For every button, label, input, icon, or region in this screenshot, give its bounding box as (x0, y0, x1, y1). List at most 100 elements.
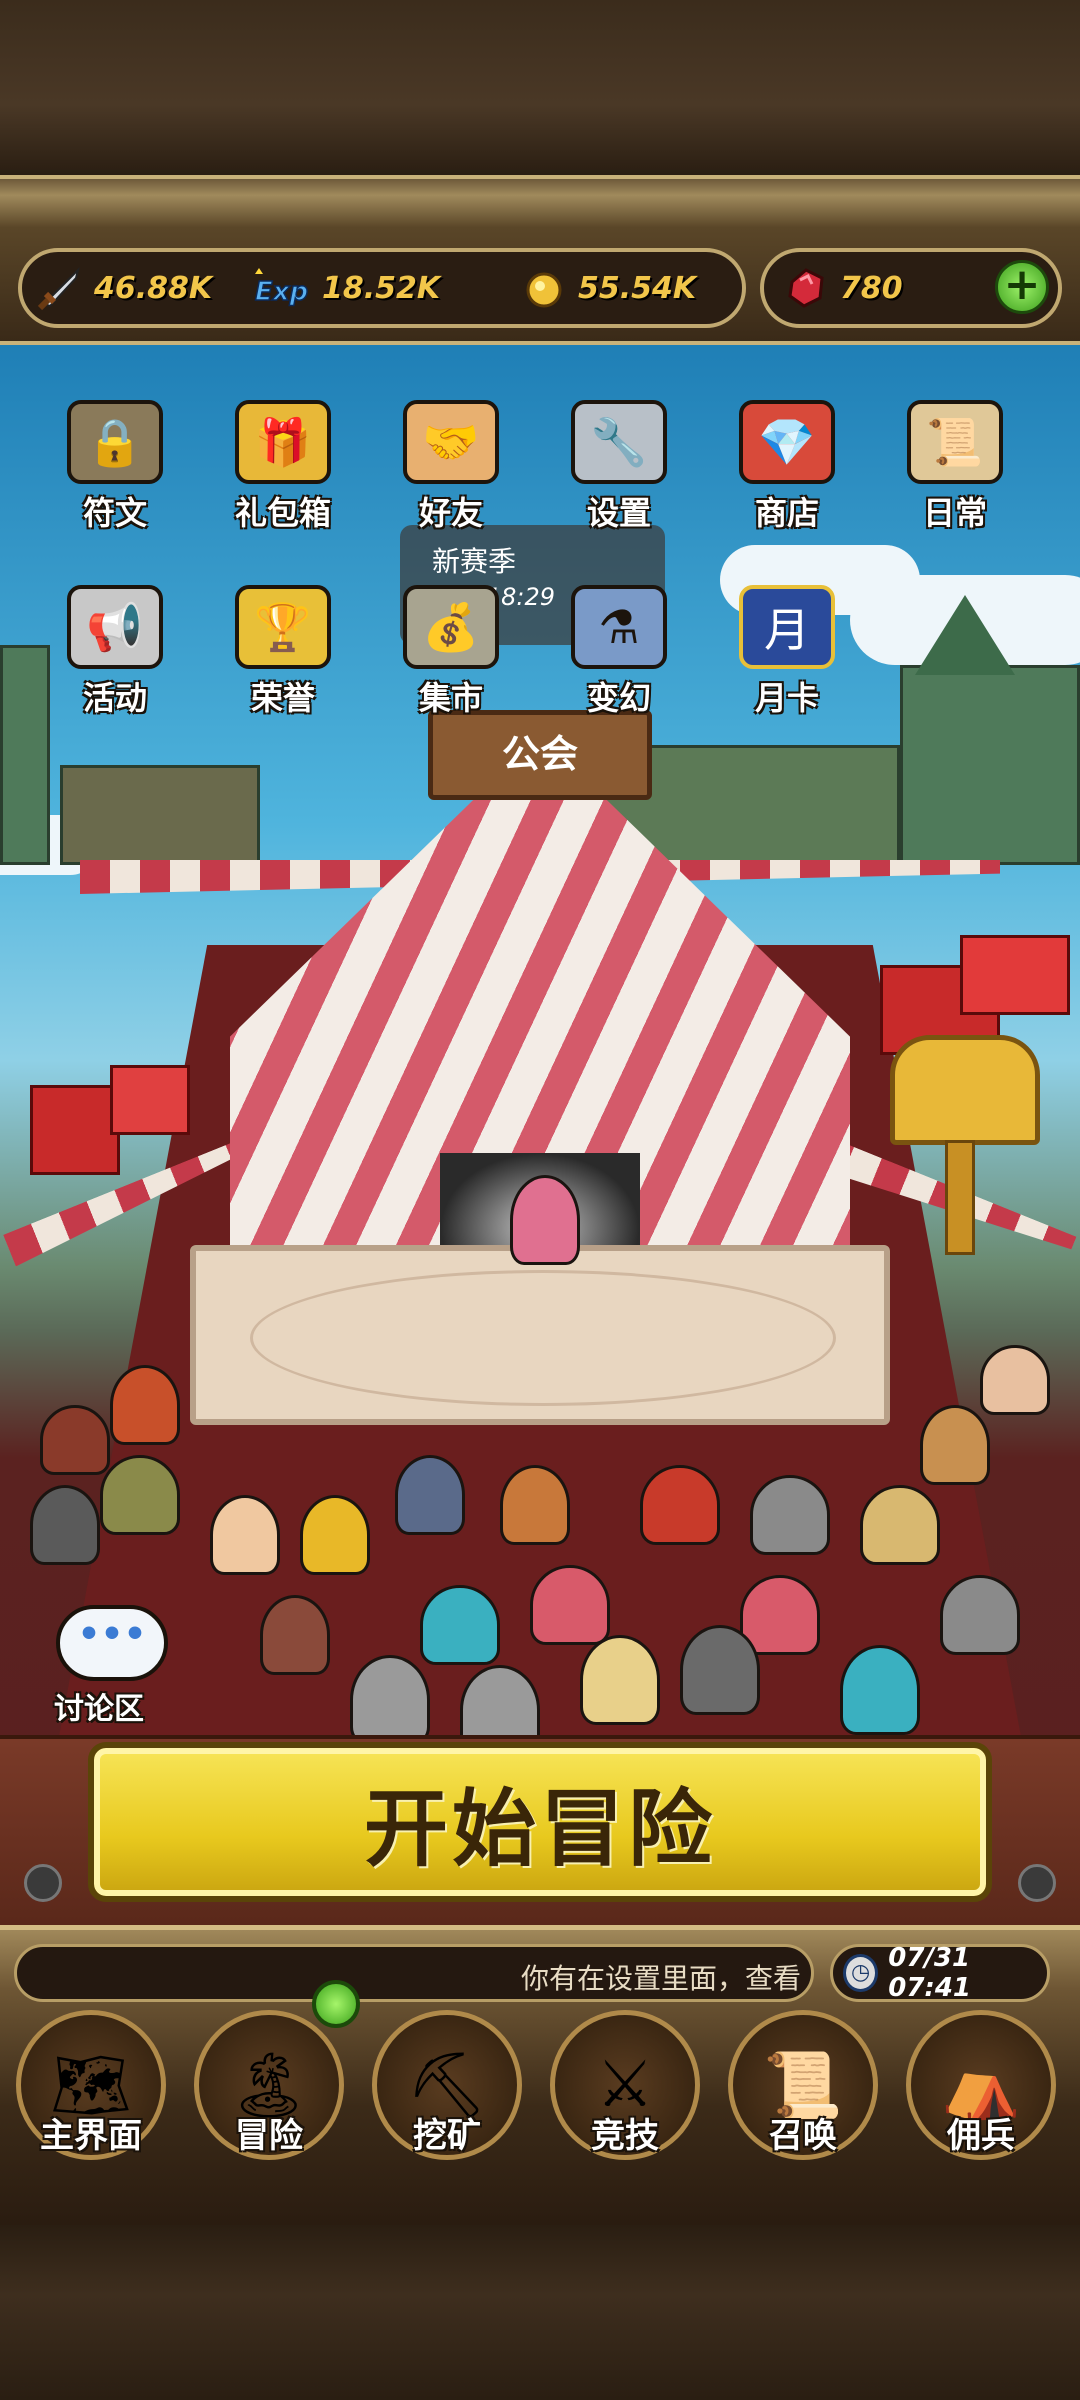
crowd-member (260, 1595, 330, 1675)
crowd-member (30, 1485, 100, 1565)
news-ticker: 你有在设置里面，查看 (14, 1944, 814, 2002)
stage-ring (250, 1270, 836, 1406)
menu-giftbox-button[interactable]: 🎁 礼包箱 (218, 400, 348, 540)
menu-settings-button[interactable]: 🔧 设置 (554, 400, 684, 540)
menu-honor-button[interactable]: 🏆 荣誉 (218, 585, 348, 725)
ticker-text: 你有在设置里面，查看 (520, 1962, 801, 1995)
exp-icon: Exp (254, 268, 309, 308)
menu-events-button[interactable]: 📢 活动 (50, 585, 180, 725)
gift-box (960, 935, 1070, 1015)
megaphone-icon: 📢 (67, 585, 163, 669)
mailbox-icon[interactable] (890, 1035, 1040, 1145)
crowd-member (860, 1485, 940, 1565)
crowd-member (940, 1575, 1020, 1655)
crowd-member (210, 1495, 280, 1575)
nav-summon-button[interactable]: 📜 召唤 (718, 2010, 888, 2180)
menu-label: 变幻 (586, 679, 651, 717)
gold-resource: 55.54K (520, 262, 696, 314)
gem-shop-icon: 💎 (739, 400, 835, 484)
menu-label: 月卡 (754, 679, 819, 717)
handshake-icon: 🤝 (403, 400, 499, 484)
mailbox-post (945, 1140, 975, 1255)
clock-display: ◷ 07/31 07:41 (830, 1943, 1050, 2003)
nav-arena-button[interactable]: ⚔ 竞技 (540, 2010, 710, 2180)
bottom-background (0, 2225, 1080, 2400)
start-adventure-label: 开始冒险 (363, 1778, 716, 1878)
menu-label: 商店 (754, 494, 819, 532)
bolt-decoration (1018, 1864, 1056, 1902)
sword-icon (37, 266, 80, 311)
menu-daily-button[interactable]: 📜 日常 (890, 400, 1020, 540)
discussion-label[interactable]: 讨论区 (54, 1684, 144, 1728)
crowd-member (920, 1405, 990, 1485)
season-title: 新赛季 (432, 545, 517, 578)
clock-icon: ◷ (843, 1954, 879, 1992)
crowd-member (395, 1455, 465, 1535)
menu-label: 礼包箱 (234, 494, 331, 532)
lock-icon: 🔒 (67, 400, 163, 484)
svg-text:Exp: Exp (255, 277, 308, 307)
gift-box (110, 1065, 190, 1135)
scroll-quill-icon: 📜 (907, 400, 1003, 484)
menu-month-card-button[interactable]: 月 月卡 (722, 585, 852, 725)
nav-label: 冒险 (235, 2116, 303, 2156)
crowd-member (420, 1585, 500, 1665)
crowd-member (40, 1405, 110, 1475)
building-roof (915, 595, 1015, 675)
crowd-member (680, 1625, 760, 1715)
exp-resource: Exp 18.52K (250, 262, 440, 314)
menu-label: 设置 (586, 494, 651, 532)
menu-runes-button[interactable]: 🔒 符文 (50, 400, 180, 540)
gift-box (30, 1085, 120, 1175)
nav-label: 挖矿 (413, 2116, 481, 2156)
crowd-member (840, 1645, 920, 1735)
menu-market-button[interactable]: 💰 集市 (386, 585, 516, 725)
crowd-member (300, 1495, 370, 1575)
gem-value: 780 (840, 270, 903, 306)
nav-main-button[interactable]: 🗺 主界面 (6, 2010, 176, 2180)
sword-resource: 46.88K (36, 262, 212, 314)
money-bag-icon: 💰 (403, 585, 499, 669)
transform-icon: ⚗ (571, 585, 667, 669)
start-adventure-button[interactable]: 开始冒险 (88, 1742, 992, 1902)
crowd-member (580, 1635, 660, 1725)
ruby-icon (788, 268, 824, 308)
gold-value: 55.54K (578, 270, 697, 306)
menu-transform-button[interactable]: ⚗ 变幻 (554, 585, 684, 725)
player-character[interactable] (510, 1175, 580, 1265)
bolt-decoration (24, 1864, 62, 1902)
gem-resource: 780 (782, 262, 903, 314)
crowd-member (980, 1345, 1050, 1415)
nav-mercenary-button[interactable]: ⛺ 佣兵 (896, 2010, 1066, 2180)
exp-value: 18.52K (322, 270, 441, 306)
nav-adventure-button[interactable]: 🏝 冒险 (184, 2010, 354, 2180)
nav-mining-button[interactable]: ⛏ 挖矿 (362, 2010, 532, 2180)
month-card-badge: 月 (764, 603, 810, 657)
gift-box-icon: 🎁 (235, 400, 331, 484)
chat-bubble-icon[interactable]: ••• (56, 1605, 168, 1681)
clock-text: 07/31 07:41 (888, 1943, 972, 2003)
menu-label: 活动 (82, 679, 147, 717)
menu-shop-button[interactable]: 💎 商店 (722, 400, 852, 540)
attack-value: 46.88K (94, 270, 213, 306)
nav-label: 召唤 (769, 2116, 837, 2156)
crowd-member (750, 1475, 830, 1555)
top-background (0, 0, 1080, 175)
crowd-member (100, 1455, 180, 1535)
menu-friends-button[interactable]: 🤝 好友 (386, 400, 516, 540)
menu-label: 荣誉 (250, 679, 315, 717)
menu-label: 好友 (418, 494, 483, 532)
gold-coin-icon (526, 272, 562, 308)
menu-label: 日常 (922, 494, 987, 532)
crowd-member (530, 1565, 610, 1645)
building (60, 765, 260, 865)
crowd-member (110, 1365, 180, 1445)
notification-dot (312, 1980, 360, 2028)
nav-label: 主界面 (40, 2116, 142, 2156)
crowd-member (350, 1655, 430, 1745)
add-gems-button[interactable]: + (995, 260, 1049, 314)
trophy-icon: 🏆 (235, 585, 331, 669)
wrench-icon: 🔧 (571, 400, 667, 484)
building (900, 665, 1080, 865)
nav-label: 佣兵 (947, 2116, 1015, 2156)
